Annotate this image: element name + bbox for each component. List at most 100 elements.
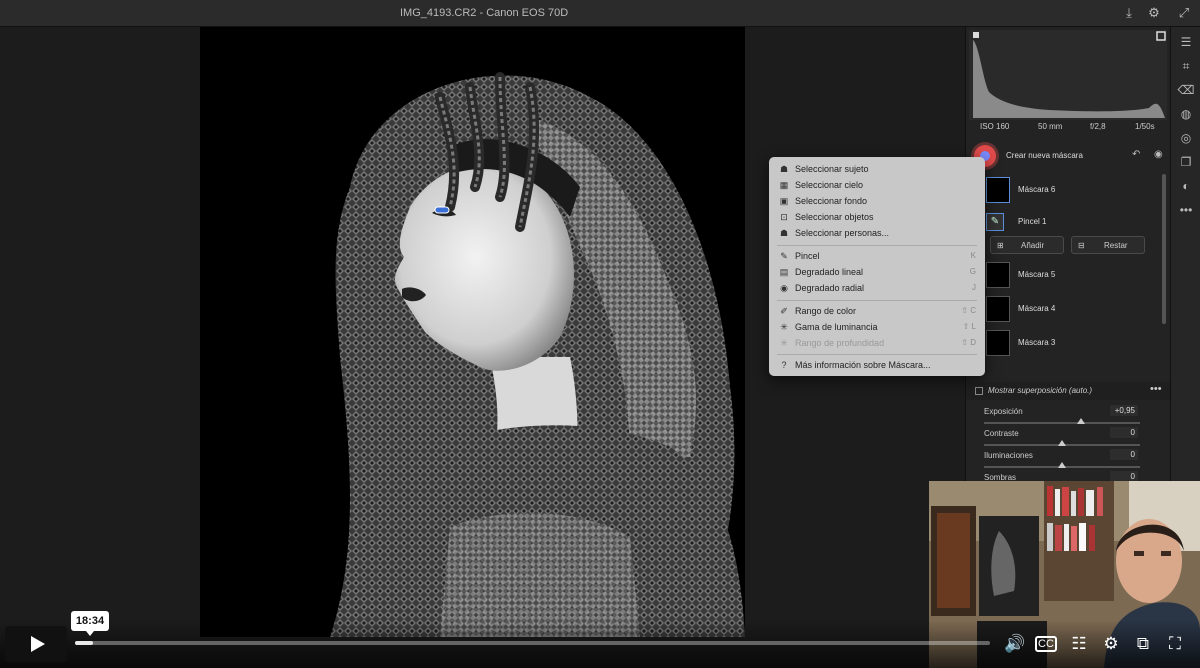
- brush-component[interactable]: ✎ Pincel 1: [982, 211, 1154, 233]
- radial-gradient-icon: ◉: [780, 283, 788, 293]
- objects-icon: ⊡: [780, 212, 788, 222]
- menu-item-depth-range: ✳ Rango de profundidad ⇧ D: [769, 335, 985, 351]
- mask-label: Máscara 3: [1018, 338, 1056, 347]
- shortcut-key: J: [972, 283, 976, 292]
- menu-item-label: Degradado radial: [795, 283, 865, 293]
- menu-item-select-people[interactable]: ☗ Seleccionar personas...: [769, 225, 985, 241]
- slider-value[interactable]: 0: [1110, 427, 1138, 438]
- photo-canvas[interactable]: [200, 27, 745, 637]
- slider-track[interactable]: [984, 422, 1140, 424]
- slider-thumb[interactable]: [1058, 440, 1066, 446]
- crop-icon[interactable]: ⌗: [1177, 57, 1195, 75]
- mask-item-3[interactable]: Máscara 3: [982, 328, 1154, 358]
- iso-value: ISO 160: [980, 122, 1010, 131]
- menu-item-label: Gama de luminancia: [795, 322, 878, 332]
- shutter-speed: 1/50s: [1135, 122, 1155, 131]
- progress-fill: [75, 641, 94, 645]
- slider-thumb[interactable]: [1058, 462, 1066, 468]
- menu-divider: [777, 354, 977, 355]
- slider-value[interactable]: +0,95: [1110, 405, 1138, 416]
- masking-icon[interactable]: ◍: [1177, 105, 1195, 123]
- fullscreen-icon[interactable]: ⛶: [1163, 632, 1187, 656]
- shortcut-key: ⇧ D: [961, 338, 976, 347]
- subtract-button[interactable]: ⊟ Restar: [1071, 236, 1145, 254]
- mask-list-scrollbar[interactable]: [1162, 174, 1166, 324]
- presets-icon[interactable]: ❐: [1177, 153, 1195, 171]
- edit-sliders-icon[interactable]: ☰: [1177, 33, 1195, 51]
- play-button[interactable]: [5, 626, 67, 662]
- settings-icon[interactable]: ⚙: [1099, 632, 1123, 656]
- subtract-icon: ⊟: [1078, 241, 1085, 250]
- slider-value[interactable]: 0: [1110, 449, 1138, 460]
- menu-item-brush[interactable]: ✎ Pincel K: [769, 248, 985, 264]
- background-icon: ▣: [779, 196, 789, 206]
- export-icon[interactable]: ⤓: [1121, 5, 1137, 21]
- progress-bar[interactable]: [75, 641, 990, 645]
- menu-divider: [777, 300, 977, 301]
- brush-label: Pincel 1: [1018, 217, 1047, 226]
- menu-item-select-background[interactable]: ▣ Seleccionar fondo: [769, 193, 985, 209]
- menu-item-color-range[interactable]: ✐ Rango de color ⇧ C: [769, 303, 985, 319]
- slider-contrast[interactable]: Contraste 0: [984, 427, 1140, 451]
- menu-item-label: Pincel: [795, 251, 820, 261]
- expand-icon[interactable]: ⤢: [1176, 5, 1192, 21]
- reset-icon[interactable]: ↶: [1132, 149, 1140, 160]
- title-bar: IMG_4193.CR2 - Canon EOS 70D ⤓ ⚙ ⤢: [0, 0, 1200, 27]
- slider-exposure[interactable]: Exposición +0,95: [984, 405, 1140, 429]
- menu-item-label: Seleccionar cielo: [795, 180, 864, 190]
- gear-icon[interactable]: ⚙: [1146, 5, 1162, 21]
- overlay-checkbox[interactable]: [975, 387, 983, 395]
- transcript-icon[interactable]: ☷: [1067, 632, 1091, 656]
- slider-label: Iluminaciones: [984, 451, 1033, 460]
- redeye-icon[interactable]: ◎: [1177, 129, 1195, 147]
- mask-label: Máscara 4: [1018, 304, 1056, 313]
- menu-item-radial-gradient[interactable]: ◉ Degradado radial J: [769, 280, 985, 296]
- mask-item-4[interactable]: Máscara 4: [982, 294, 1154, 324]
- menu-item-select-objects[interactable]: ⊡ Seleccionar objetos: [769, 209, 985, 225]
- more-options-icon[interactable]: •••: [1150, 383, 1162, 395]
- shortcut-key: ⇧ L: [962, 322, 976, 331]
- menu-item-label: Seleccionar sujeto: [795, 164, 869, 174]
- menu-item-linear-gradient[interactable]: ▤ Degradado lineal G: [769, 264, 985, 280]
- menu-item-label: Más información sobre Máscara...: [795, 360, 931, 370]
- histogram-graph: [973, 31, 1166, 118]
- menu-item-select-subject[interactable]: ☗ Seleccionar sujeto: [769, 161, 985, 177]
- slider-label: Contraste: [984, 429, 1019, 438]
- add-button[interactable]: ⊞ Añadir: [990, 236, 1064, 254]
- mask-thumbnail: [986, 177, 1010, 203]
- menu-item-label: Degradado lineal: [795, 267, 864, 277]
- app-window: IMG_4193.CR2 - Canon EOS 70D ⤓ ⚙ ⤢ ISO 1…: [0, 0, 1200, 668]
- help-icon: ?: [781, 360, 787, 370]
- more-tools-icon[interactable]: •••: [1177, 201, 1195, 219]
- slider-highlights[interactable]: Iluminaciones 0: [984, 449, 1140, 473]
- eye-icon[interactable]: ◉: [1154, 149, 1163, 160]
- menu-item-label: Rango de profundidad: [795, 338, 885, 348]
- volume-icon[interactable]: 🔊: [1003, 632, 1027, 656]
- menu-item-label: Seleccionar objetos: [795, 212, 874, 222]
- menu-item-label: Rango de color: [795, 306, 857, 316]
- captions-icon[interactable]: CC: [1035, 636, 1057, 652]
- versions-icon[interactable]: ◐: [1177, 177, 1195, 195]
- menu-item-luminance-range[interactable]: ✳ Gama de luminancia ⇧ L: [769, 319, 985, 335]
- mask-header: Crear nueva máscara ↶ ◉: [966, 141, 1171, 169]
- mask-item-5[interactable]: Máscara 5: [982, 260, 1154, 290]
- add-label: Añadir: [1021, 241, 1045, 250]
- slider-thumb[interactable]: [1076, 418, 1085, 424]
- eraser-icon[interactable]: ⌫: [1177, 81, 1195, 99]
- shortcut-key: ⇧ C: [961, 306, 976, 315]
- picture-in-picture-icon[interactable]: ⧉: [1131, 632, 1155, 656]
- focal-length: 50 mm: [1038, 122, 1063, 131]
- create-mask-label: Crear nueva máscara: [1006, 151, 1083, 160]
- mask-thumbnail: [986, 330, 1010, 356]
- aperture-value: f/2,8: [1090, 122, 1106, 131]
- sky-icon: ▦: [779, 180, 789, 190]
- mask-item-6[interactable]: Máscara 6: [982, 175, 1154, 205]
- histogram: [969, 30, 1167, 120]
- menu-item-select-sky[interactable]: ▦ Seleccionar cielo: [769, 177, 985, 193]
- depth-range-icon: ✳: [780, 338, 788, 348]
- mask-thumbnail: [986, 262, 1010, 288]
- portrait-image: [200, 27, 745, 637]
- people-icon: ☗: [779, 228, 789, 238]
- menu-item-more-info[interactable]: ? Más información sobre Máscara...: [769, 357, 985, 373]
- shortcut-key: K: [970, 251, 976, 260]
